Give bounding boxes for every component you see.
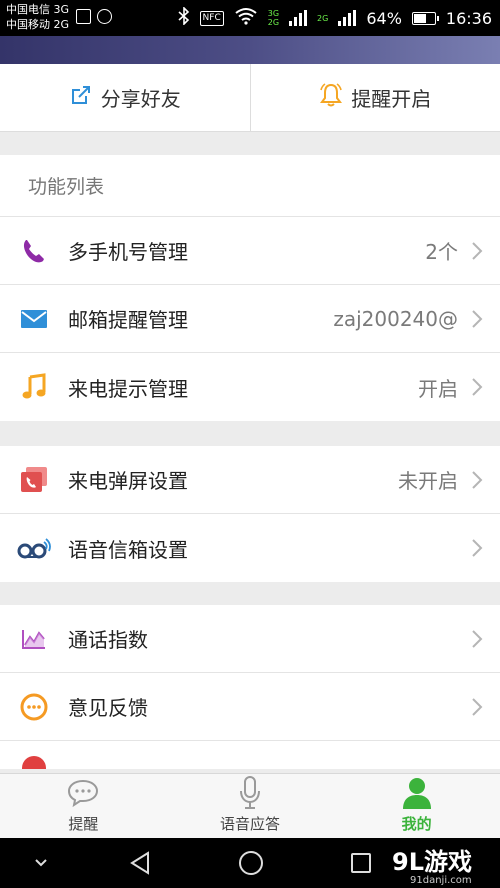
reminder-on-label: 提醒开启 — [351, 87, 432, 111]
nfc-icon: NFC — [199, 10, 224, 26]
call-alert-row[interactable]: 来电提示管理 开启 — [0, 353, 500, 421]
chart-icon — [0, 628, 68, 650]
carrier-info: 中国电信 3G 中国移动 2G — [6, 2, 69, 32]
tab-mine-label: 我的 — [401, 815, 432, 833]
call-alert-value: 开启 — [418, 376, 458, 401]
net-2g-label-b: 2G — [317, 13, 329, 23]
mail-icon — [0, 308, 68, 330]
partial-red-icon — [0, 741, 68, 769]
net-2g-label-a: 2G — [267, 18, 280, 27]
mail-reminder-row[interactable]: 邮箱提醒管理 zaj200240@ — [0, 285, 500, 353]
bell-icon — [319, 82, 343, 113]
function-list-section: 功能列表 多手机号管理 2个 邮箱提醒管理 zaj200240@ 来电提示管理 … — [0, 155, 500, 421]
home-icon[interactable] — [233, 838, 269, 888]
status-right: NFC 3G 2G 2G 64% 16:36 — [177, 0, 492, 36]
other-section: 通话指数 意见反馈 — [0, 605, 500, 769]
phone-icon — [0, 237, 68, 265]
share-icon — [69, 83, 93, 112]
voicemail-label: 语音信箱设置 — [68, 537, 188, 562]
watermark-url: 91danji.com — [410, 875, 472, 886]
carrier-1: 中国电信 3G — [6, 3, 70, 16]
tab-reminder[interactable]: 提醒 — [0, 774, 167, 838]
share-friends-label: 分享好友 — [100, 87, 181, 111]
notification-icons — [76, 9, 112, 24]
share-friends-button[interactable]: 分享好友 — [0, 64, 250, 131]
signal-sim2-icon — [338, 10, 357, 26]
back-icon[interactable] — [122, 838, 158, 888]
music-note-icon — [0, 373, 68, 401]
feedback-label: 意见反馈 — [68, 696, 148, 720]
bluetooth-icon — [177, 6, 190, 29]
chevron-right-icon — [462, 697, 492, 717]
tab-voice-answer[interactable]: 语音应答 — [167, 774, 334, 838]
clock: 16:36 — [445, 8, 492, 28]
call-popup-value: 未开启 — [398, 469, 458, 493]
chevron-right-icon — [462, 241, 492, 261]
net-3g-label: 3G — [267, 9, 280, 18]
tab-reminder-label: 提醒 — [68, 815, 99, 833]
image-notification-icon — [76, 9, 91, 24]
reminder-on-button[interactable]: 提醒开启 — [249, 64, 500, 131]
header-banner — [0, 36, 500, 64]
tab-voice-answer-label: 语音应答 — [220, 815, 281, 833]
battery-percent: 64% — [366, 8, 402, 28]
carrier-2: 中国移动 2G — [6, 18, 70, 31]
mail-reminder-value: zaj200240@ — [333, 306, 458, 331]
system-nav-bar: 9L游戏 91danji.com — [0, 838, 500, 888]
network-type-sim2: 2G — [317, 14, 328, 23]
person-icon — [401, 775, 433, 811]
function-list-title: 功能列表 — [0, 155, 500, 217]
chevron-down-icon[interactable] — [26, 838, 56, 888]
mail-reminder-label: 邮箱提醒管理 — [68, 308, 188, 332]
signal-sim1-icon — [289, 10, 308, 26]
chat-bubble-icon — [66, 775, 100, 811]
bottom-tab-bar: 提醒 语音应答 我的 — [0, 773, 500, 838]
share-reminder-bar: 分享好友 提醒开启 — [0, 64, 500, 132]
voicemail-icon — [0, 537, 68, 559]
watermark-logo-text: 9L游戏 — [392, 848, 472, 876]
app-notification-icon — [97, 9, 112, 24]
call-index-label: 通话指数 — [68, 628, 148, 652]
screen-settings-section: 来电弹屏设置 未开启 语音信箱设置 — [0, 446, 500, 582]
call-alert-label: 来电提示管理 — [68, 376, 188, 401]
chevron-right-icon — [462, 538, 492, 558]
microphone-icon — [237, 775, 263, 811]
chevron-right-icon — [462, 377, 492, 397]
call-popup-row[interactable]: 来电弹屏设置 未开启 — [0, 446, 500, 514]
partial-row[interactable] — [0, 741, 500, 769]
tab-mine[interactable]: 我的 — [333, 774, 500, 838]
wifi-icon — [234, 7, 258, 29]
multi-phone-value: 2个 — [425, 240, 458, 264]
popup-phone-icon — [0, 466, 68, 494]
feedback-row[interactable]: 意见反馈 — [0, 673, 500, 741]
recents-icon[interactable] — [343, 838, 379, 888]
multi-phone-row[interactable]: 多手机号管理 2个 — [0, 217, 500, 285]
status-bar: 中国电信 3G 中国移动 2G NFC 3G 2G 2G 64% 16:36 — [0, 0, 500, 36]
chevron-right-icon — [462, 629, 492, 649]
call-popup-label: 来电弹屏设置 — [68, 469, 188, 493]
battery-icon — [411, 11, 439, 25]
feedback-icon — [0, 692, 68, 722]
network-type-sim1: 3G 2G — [268, 9, 279, 27]
call-index-row[interactable]: 通话指数 — [0, 605, 500, 673]
chevron-right-icon — [462, 309, 492, 329]
multi-phone-label: 多手机号管理 — [68, 240, 188, 264]
watermark-logo: 9L游戏 91danji.com — [388, 842, 488, 886]
chevron-right-icon — [462, 470, 492, 490]
voicemail-row[interactable]: 语音信箱设置 — [0, 514, 500, 582]
